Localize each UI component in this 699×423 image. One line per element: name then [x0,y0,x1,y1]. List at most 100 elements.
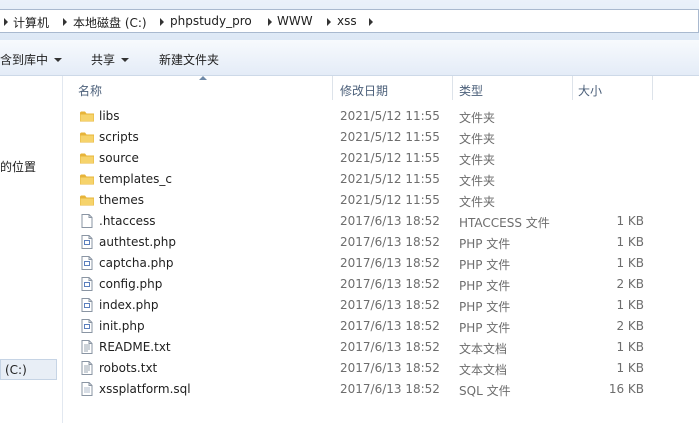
file-name: xssplatform.sql [99,382,191,396]
file-type: 文件夹 [459,153,496,167]
file-date: 2021/5/12 11:55 [340,130,440,144]
file-date: 2017/6/13 18:52 [340,319,440,333]
file-name: init.php [99,319,145,333]
php-file-icon [79,234,95,250]
file-name: templates_c [99,172,173,186]
php-file-icon [79,255,95,271]
file-date: 2017/6/13 18:52 [340,361,440,375]
breadcrumb-separator-icon[interactable] [268,18,272,26]
file-row[interactable]: README.txt 2017/6/13 18:52 文本文档 1 KB [63,337,699,358]
file-row[interactable]: authtest.php 2017/6/13 18:52 PHP 文件 1 KB [63,232,699,253]
file-date: 2021/5/12 11:55 [340,151,440,165]
file-row[interactable]: xssplatform.sql 2017/6/13 18:52 SQL 文件 16 K… [63,379,699,400]
file-type: HTACCESS 文件 [459,216,550,230]
file-row[interactable]: init.php 2017/6/13 18:52 PHP 文件 2 KB [63,316,699,337]
file-row[interactable]: config.php 2017/6/13 18:52 PHP 文件 2 KB [63,274,699,295]
file-date: 2021/5/12 11:55 [340,172,440,186]
file-date: 2017/6/13 18:52 [340,256,440,270]
file-date: 2017/6/13 18:52 [340,214,440,228]
column-divider[interactable] [452,76,453,100]
breadcrumb-computer[interactable]: 计算机 [13,14,49,31]
blank-file-icon [79,213,95,229]
column-header-size[interactable]: 大小 [578,82,602,99]
address-bar[interactable]: 计算机 本地磁盘 (C:) phpstudy_pro WWW xss [0,9,699,33]
breadcrumb-separator-icon[interactable] [63,18,67,26]
breadcrumb-separator-icon[interactable] [4,18,8,26]
include-in-library-label: 含到库中 [0,53,49,67]
file-row[interactable]: captcha.php 2017/6/13 18:52 PHP 文件 1 KB [63,253,699,274]
column-divider[interactable] [572,76,573,100]
new-folder-button[interactable]: 新建文件夹 [159,51,219,68]
file-type: 文本文档 [459,342,508,356]
file-date: 2021/5/12 11:55 [340,109,440,123]
file-name: index.php [99,298,159,312]
file-name: authtest.php [99,235,176,249]
folder-icon [79,129,95,145]
column-divider[interactable] [652,76,653,100]
sort-ascending-icon [199,76,207,80]
file-date: 2017/6/13 18:52 [340,382,440,396]
file-type: 文件夹 [459,195,496,209]
file-date: 2017/6/13 18:52 [340,277,440,291]
file-name: source [99,151,139,165]
file-type: 文件夹 [459,111,496,125]
file-row[interactable]: index.php 2017/6/13 18:52 PHP 文件 1 KB [63,295,699,316]
php-file-icon [79,297,95,313]
file-row[interactable]: libs 2021/5/12 11:55 文件夹 [63,106,699,127]
file-name: libs [99,109,120,123]
file-type: 文本文档 [459,363,508,377]
breadcrumb-separator-icon[interactable] [160,18,164,26]
column-header-date[interactable]: 修改日期 [340,82,388,99]
file-row[interactable]: source 2021/5/12 11:55 文件夹 [63,148,699,169]
include-in-library-button[interactable]: 含到库中 [0,51,63,68]
file-name: robots.txt [99,361,158,375]
nav-item-drive-c-label: (C:) [5,363,27,377]
file-date: 2017/6/13 18:52 [340,235,440,249]
folder-icon [79,192,95,208]
php-file-icon [79,276,95,292]
nav-item-drive-c[interactable]: (C:) [0,359,57,380]
file-row[interactable]: scripts 2021/5/12 11:55 文件夹 [63,127,699,148]
file-size: 1 KB [616,256,644,270]
column-divider[interactable] [332,76,333,100]
file-size: 1 KB [616,214,644,228]
file-name: themes [99,193,145,207]
folder-icon [79,171,95,187]
folder-icon [79,150,95,166]
sql-file-icon [79,381,95,397]
file-size: 1 KB [616,340,644,354]
text-file-icon [79,360,95,376]
file-type: SQL 文件 [459,384,511,398]
file-row[interactable]: robots.txt 2017/6/13 18:52 文本文档 1 KB [63,358,699,379]
breadcrumb-phpstudy-pro[interactable]: phpstudy_pro [170,14,252,28]
file-type: PHP 文件 [459,279,511,293]
breadcrumb-separator-icon[interactable] [327,18,331,26]
file-name: captcha.php [99,256,174,270]
breadcrumb-local-disk[interactable]: 本地磁盘 (C:) [73,14,147,31]
file-size: 1 KB [616,235,644,249]
file-name: scripts [99,130,139,144]
file-type: PHP 文件 [459,300,511,314]
file-size: 2 KB [616,319,644,333]
breadcrumb-www[interactable]: WWW [277,14,313,28]
file-type: PHP 文件 [459,321,511,335]
share-button[interactable]: 共享 [91,51,130,68]
folder-icon [79,108,95,124]
file-type: 文件夹 [459,174,496,188]
file-size: 2 KB [616,277,644,291]
file-row[interactable]: themes 2021/5/12 11:55 文件夹 [63,190,699,211]
navigation-pane: 的位置 (C:) [0,76,62,423]
file-size: 1 KB [616,298,644,312]
column-header-name[interactable]: 名称 [78,82,102,99]
file-row[interactable]: templates_c 2021/5/12 11:55 文件夹 [63,169,699,190]
file-name: .htaccess [99,214,156,228]
breadcrumb-separator-icon[interactable] [369,18,373,26]
breadcrumb-xss[interactable]: xss [337,14,357,28]
nav-item-locations[interactable]: 的位置 [0,158,36,175]
column-header-row: 名称 修改日期 类型 大小 [63,76,699,100]
column-header-type[interactable]: 类型 [459,82,483,99]
address-bar-area: 计算机 本地磁盘 (C:) phpstudy_pro WWW xss [0,0,699,40]
text-file-icon [79,339,95,355]
file-row[interactable]: .htaccess 2017/6/13 18:52 HTACCESS 文件 1 KB [63,211,699,232]
file-list: 名称 修改日期 类型 大小 libs 2021/5/12 11:55 文件夹 scri… [63,76,699,423]
